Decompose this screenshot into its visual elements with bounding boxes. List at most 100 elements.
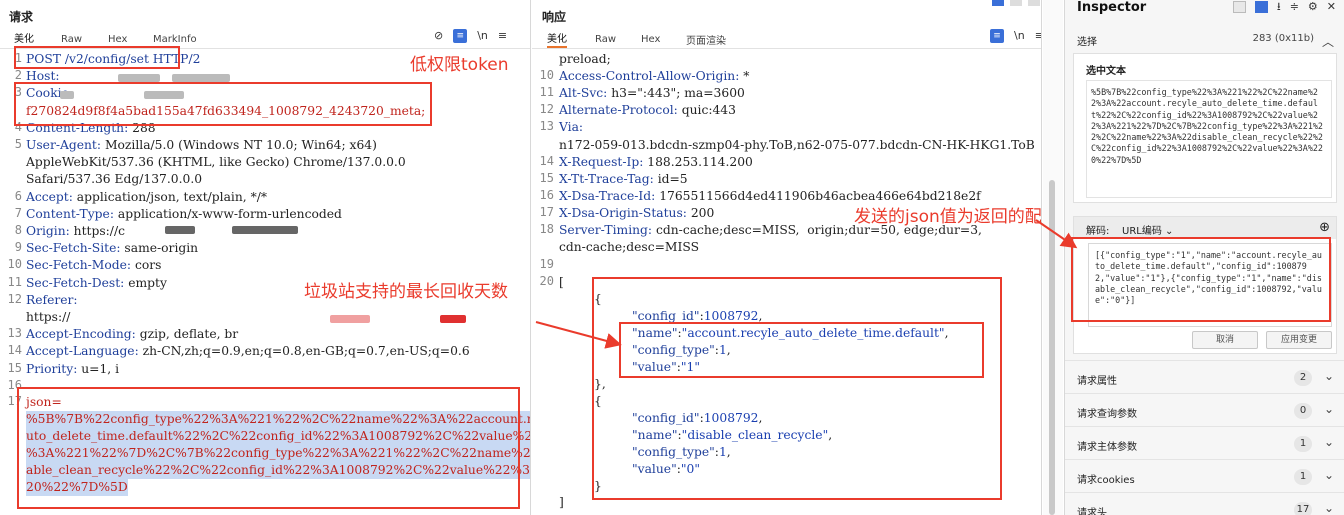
section-count: 1 bbox=[1294, 469, 1312, 485]
highlight-response-json bbox=[592, 277, 1002, 500]
inspector-section[interactable]: 请求头 17 ⌄ bbox=[1065, 500, 1344, 515]
apply-button[interactable]: 应用变更 bbox=[1266, 331, 1332, 349]
newline-icon[interactable]: \n bbox=[1014, 29, 1025, 43]
tab-render[interactable]: 页面渲染 bbox=[686, 32, 726, 47]
line-number: 5 bbox=[14, 137, 22, 151]
line-number: 11 bbox=[539, 85, 554, 100]
inspector-title: Inspector bbox=[1077, 0, 1147, 15]
line-number: 17 bbox=[539, 204, 554, 219]
header-line: Alternate-Protocol: quic:443 bbox=[559, 102, 736, 119]
inspector-section[interactable]: 请求主体参数 1 ⌄ bbox=[1065, 434, 1344, 458]
line-number: 12 bbox=[539, 102, 554, 117]
section-count: 0 bbox=[1294, 403, 1312, 419]
line-number: 13 bbox=[7, 326, 22, 341]
header-value: 200 bbox=[690, 205, 715, 220]
header-line: X-Request-Ip: 188.253.114.200 bbox=[559, 154, 753, 171]
response-title: 响应 bbox=[542, 10, 567, 24]
header-line: Access-Control-Allow-Origin: * bbox=[559, 68, 749, 85]
line-number: 8 bbox=[14, 223, 22, 237]
section-count: 2 bbox=[1294, 370, 1312, 386]
chevron-down-icon[interactable]: ⌄ bbox=[1324, 369, 1334, 383]
header-key: Access-Control-Allow-Origin: bbox=[559, 69, 744, 84]
menu-icon[interactable]: ≡ bbox=[498, 29, 507, 43]
layout-right-icon[interactable] bbox=[1254, 1, 1268, 13]
inspector-section[interactable]: 请求查询参数 0 ⌄ bbox=[1065, 401, 1344, 425]
line-number: 11 bbox=[7, 274, 22, 289]
layout-left-icon[interactable] bbox=[1232, 1, 1246, 13]
header-value: 188.253.114.200 bbox=[647, 154, 753, 169]
response-pane: 响应 美化 Raw Hex 页面渲染 ≡ \n ≡ preload; 10 Acce… bbox=[532, 0, 1042, 515]
header-key: X-Tt-Trace-Tag: bbox=[559, 171, 658, 186]
selection-label: 选择 bbox=[1077, 37, 1097, 48]
line-number: 20 bbox=[539, 274, 554, 288]
line-number: 10 bbox=[539, 68, 554, 83]
response-toolbar: ≡ \n ≡ bbox=[990, 29, 1041, 43]
line-number: 9 bbox=[14, 240, 22, 255]
section-divider bbox=[1065, 393, 1344, 394]
add-icon[interactable]: ⊕ bbox=[1319, 220, 1330, 235]
decode-label: 解码: bbox=[1086, 226, 1110, 237]
stack-view-icon[interactable] bbox=[1028, 0, 1040, 6]
single-view-icon[interactable] bbox=[1010, 0, 1022, 6]
chevron-down-icon: ⌄ bbox=[1165, 226, 1174, 237]
inspector-section[interactable]: 请求cookies 1 ⌄ bbox=[1065, 467, 1344, 491]
header-continuation: n172-059-013.bdcdn-szmp04-phy.ToB,n62-07… bbox=[559, 137, 1035, 152]
highlight-decoded bbox=[1071, 237, 1331, 322]
line-number: 14 bbox=[7, 343, 22, 358]
close-icon[interactable]: ✕ bbox=[1327, 0, 1336, 14]
menu-icon[interactable]: ≡ bbox=[1035, 29, 1041, 43]
annotation-config: 发送的json值为返回的配置 bbox=[854, 207, 1042, 227]
header-value: quic:443 bbox=[681, 103, 736, 118]
scrollbar-thumb[interactable] bbox=[1049, 180, 1055, 515]
chevron-down-icon[interactable]: ⌄ bbox=[1324, 468, 1334, 482]
header-key: preload; bbox=[559, 52, 611, 66]
align-center-icon[interactable]: ≑ bbox=[1290, 0, 1299, 14]
section-count: 17 bbox=[1294, 502, 1312, 515]
tab-raw[interactable]: Raw bbox=[595, 34, 616, 45]
line-number: 19 bbox=[539, 257, 554, 271]
scrollbar[interactable] bbox=[1043, 0, 1063, 515]
request-pane: 请求 美化 Raw Hex MarkInfo ⊘ ≡ \n ≡ 1 POST /v… bbox=[0, 0, 531, 515]
header-line: X-Dsa-Origin-Status: 200 bbox=[559, 205, 714, 222]
tab-hex[interactable]: Hex bbox=[641, 34, 660, 45]
section-label: 请求主体参数 bbox=[1077, 442, 1137, 453]
header-value: * bbox=[743, 69, 750, 84]
chevron-down-icon[interactable]: ⌄ bbox=[1324, 402, 1334, 416]
section-label: 请求查询参数 bbox=[1077, 409, 1137, 420]
section-label: 请求属性 bbox=[1077, 376, 1117, 387]
line-number: 14 bbox=[539, 153, 554, 168]
line-number: 12 bbox=[7, 291, 22, 306]
annotation-arrow bbox=[24, 0, 494, 515]
cancel-button[interactable]: 取消 bbox=[1192, 331, 1258, 349]
tab-pretty[interactable]: 美化 bbox=[547, 30, 567, 48]
header-value: 1765511566d4ed411906b46acbea466e64bd218e… bbox=[659, 188, 981, 203]
header-value: h3=":443"; ma=3600 bbox=[611, 86, 745, 101]
chevron-down-icon[interactable]: ⌄ bbox=[1324, 501, 1334, 515]
header-key: X-Dsa-Trace-Id: bbox=[559, 188, 660, 203]
response-tabs: 美化 Raw Hex 页面渲染 bbox=[532, 30, 1041, 48]
section-divider bbox=[1065, 459, 1344, 460]
line-number: 16 bbox=[539, 187, 554, 202]
header-key: X-Request-Ip: bbox=[559, 154, 648, 169]
line-number: 7 bbox=[14, 205, 22, 220]
chevron-down-icon[interactable]: ⌄ bbox=[1324, 435, 1334, 449]
layout-buttons bbox=[992, 0, 1040, 6]
list-icon[interactable]: ≡ bbox=[990, 29, 1004, 43]
header-key: X-Dsa-Origin-Status: bbox=[559, 205, 691, 220]
section-divider bbox=[1065, 426, 1344, 427]
header-line: X-Tt-Trace-Tag: id=5 bbox=[559, 171, 688, 188]
inspector-section[interactable]: 请求属性 2 ⌄ bbox=[1065, 368, 1344, 392]
selected-text-box[interactable]: %5B%7B%22config_type%22%3A%221%22%2C%22n… bbox=[1086, 80, 1332, 198]
line-number: 6 bbox=[14, 188, 22, 203]
align-top-icon[interactable]: ⭳ bbox=[1277, 0, 1281, 14]
header-line: preload; bbox=[559, 51, 611, 68]
decode-select[interactable]: URL编码 ⌄ bbox=[1122, 222, 1173, 237]
json-bracket: [ bbox=[559, 275, 564, 289]
line-number: 15 bbox=[539, 170, 554, 185]
gear-icon[interactable]: ⚙ bbox=[1308, 0, 1318, 14]
section-count: 1 bbox=[1294, 436, 1312, 452]
section-divider bbox=[1065, 360, 1344, 361]
chevron-up-icon[interactable]: ︿ bbox=[1322, 33, 1334, 50]
split-view-icon[interactable] bbox=[992, 0, 1004, 6]
selected-text-label: 选中文本 bbox=[1086, 66, 1126, 77]
